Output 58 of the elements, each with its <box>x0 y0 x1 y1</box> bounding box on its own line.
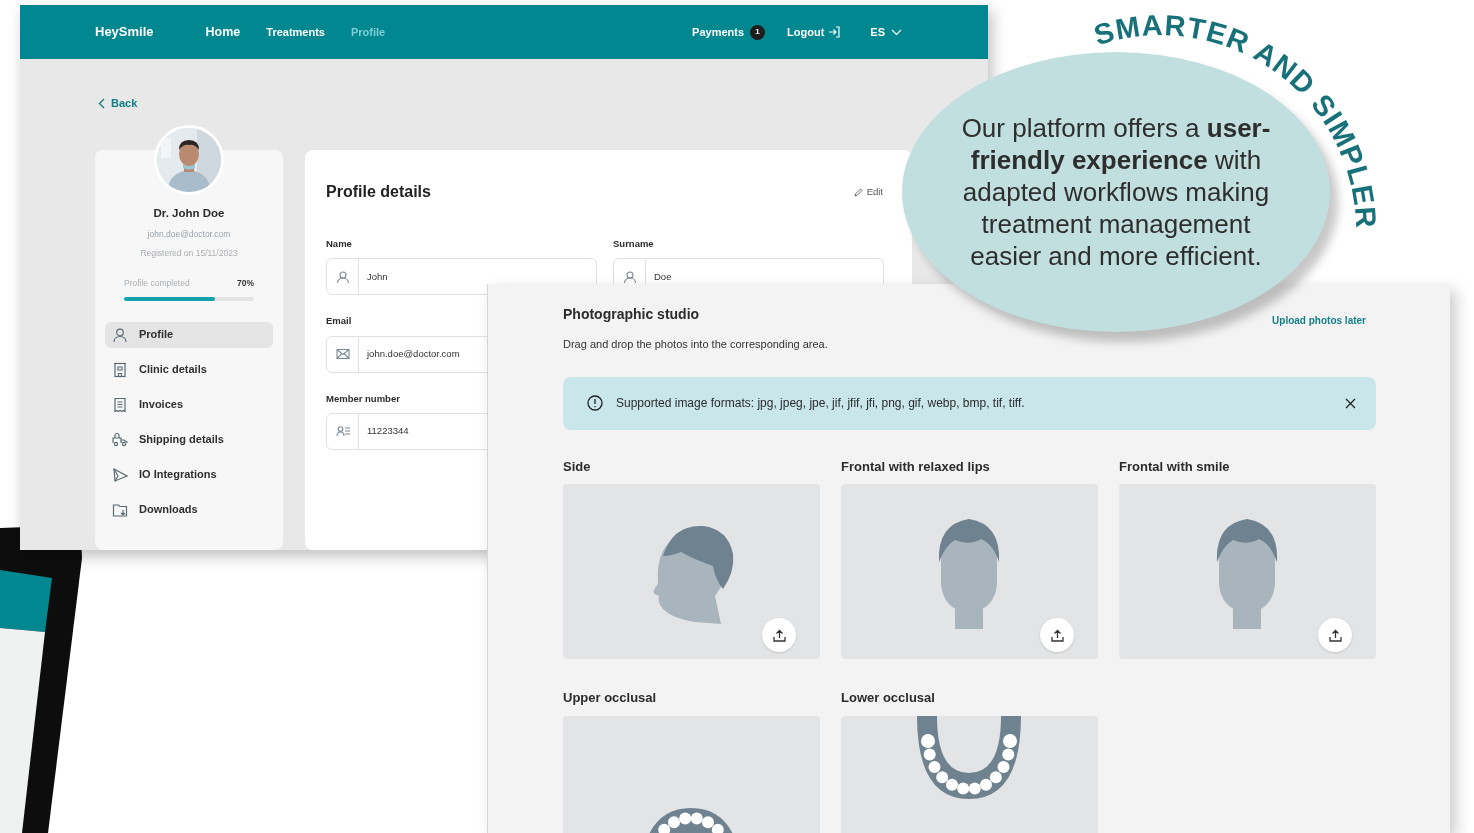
progress-label: Profile completed <box>124 276 190 290</box>
user-icon <box>622 269 637 284</box>
envelope-icon <box>335 347 350 361</box>
building-icon <box>112 361 128 378</box>
payments-link[interactable]: Payments 1 <box>692 23 766 41</box>
user-icon <box>335 269 350 284</box>
photo-drop-zone[interactable] <box>563 484 820 659</box>
callout-text: Our platform offers a user-friendly experience with adapted workflows making treatment management easier and more efficient. <box>960 112 1272 272</box>
user-icon <box>112 326 128 343</box>
upload-icon <box>1328 628 1342 642</box>
nav-link[interactable]: Treatments <box>266 23 325 41</box>
doctor-email: john.doe@doctor.com <box>146 228 232 241</box>
upload-button[interactable] <box>1318 618 1352 652</box>
photo-drop-zone[interactable] <box>1119 484 1376 659</box>
sidebar-item[interactable]: Invoices <box>105 391 273 418</box>
member-card-icon <box>335 424 350 439</box>
registration-date: Registered on 15/11/2023 <box>139 247 239 260</box>
photo-drop-zone[interactable] <box>841 484 1098 659</box>
truck-icon <box>112 431 128 448</box>
info-icon <box>587 395 603 411</box>
close-icon <box>1344 397 1356 409</box>
photo-slot-label: Frontal with smile <box>1119 457 1231 476</box>
section-title: Photographic studio <box>563 305 701 324</box>
field-label: Name <box>326 237 353 251</box>
pencil-icon <box>853 187 863 197</box>
logout-link[interactable]: Logout <box>787 23 841 41</box>
sidebar-item[interactable]: IO Integrations <box>105 461 273 488</box>
photo-slot-label: Frontal with relaxed lips <box>841 457 991 476</box>
back-link[interactable]: Back <box>98 93 138 113</box>
chevron-left-icon <box>98 97 105 109</box>
nav-link[interactable]: Home <box>205 22 241 42</box>
upload-button[interactable] <box>1040 618 1074 652</box>
sidebar-item[interactable]: Downloads <box>105 496 273 523</box>
upload-later-link[interactable]: Upload photos later <box>1272 313 1366 328</box>
language-selector[interactable]: ES <box>870 23 902 41</box>
alert-text: Supported image formats: jpg, jpeg, jpe, jif, jfif, jfi, png, gif, webp, bmp, tif, tiff. <box>616 395 1026 412</box>
logout-icon <box>828 26 841 38</box>
field-label: Surname <box>613 237 655 251</box>
sidebar-item[interactable]: Shipping details <box>105 426 273 453</box>
field-label: Member number <box>326 391 401 406</box>
chevron-down-icon <box>891 28 902 36</box>
triangle-icon <box>112 466 128 483</box>
folder-download-icon <box>112 501 128 518</box>
upload-button[interactable] <box>762 618 796 652</box>
card-title: Profile details <box>326 182 431 202</box>
sidebar-item[interactable]: Clinic details <box>105 356 273 383</box>
upload-icon <box>1050 628 1064 642</box>
photo-slot-label: Lower occlusal <box>841 689 936 707</box>
edit-link[interactable]: Edit <box>853 184 883 200</box>
receipt-icon <box>112 396 128 413</box>
logo-text[interactable]: HeySmile <box>95 22 154 42</box>
sidebar-item[interactable]: Profile <box>105 321 273 348</box>
photo-slot-label: Side <box>563 457 592 476</box>
photo-slot-label: Upper occlusal <box>563 689 658 707</box>
progress-reading: 70% <box>237 276 254 290</box>
count-badge: 1 <box>750 24 766 40</box>
doctor-name: Dr. John Doe <box>152 206 226 221</box>
upload-icon <box>772 628 786 642</box>
